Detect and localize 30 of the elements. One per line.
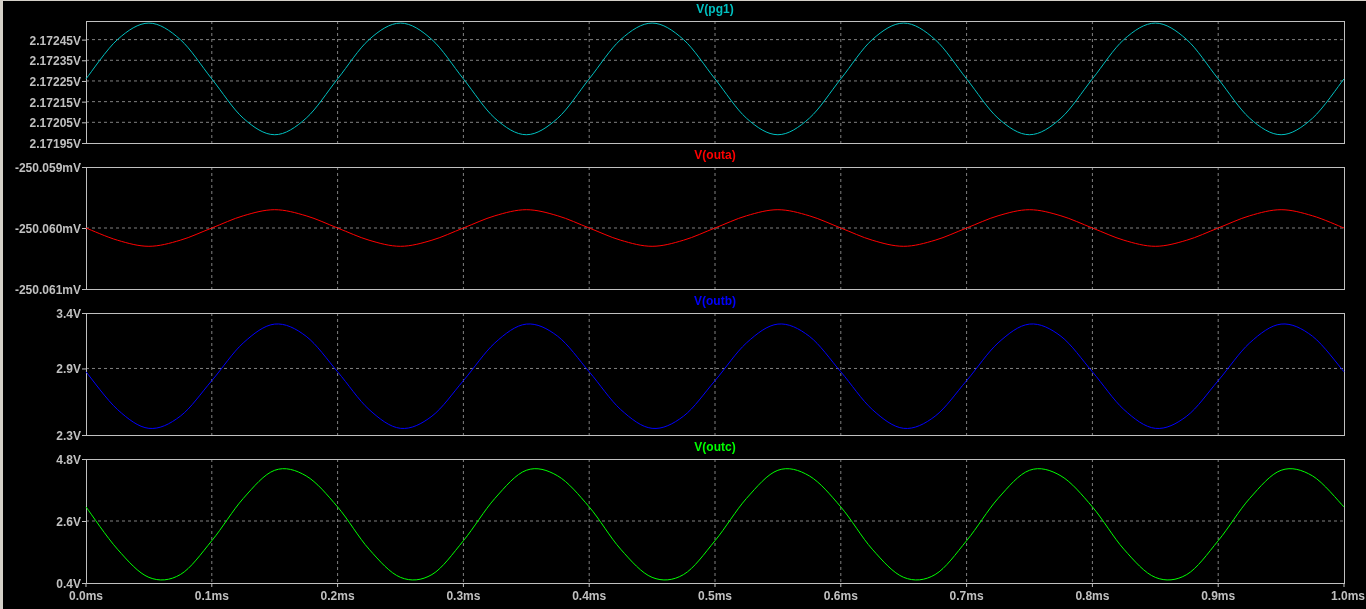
x-tick-label: 0.6ms	[823, 589, 858, 603]
x-tick-label: 0.2ms	[320, 589, 355, 603]
x-tick-label: 0.9ms	[1201, 589, 1236, 603]
y-tick-label: 2.17245V	[29, 33, 81, 48]
y-tick-label: 2.6V	[56, 515, 81, 529]
x-tick-label: 0.5ms	[698, 589, 732, 603]
y-tick-label: -250.061mV	[14, 283, 81, 295]
trace-name: V(outa)	[694, 149, 736, 161]
x-tick-label: 0.0ms	[69, 589, 103, 603]
y-tick-label: 0.4V	[56, 577, 81, 591]
trace-name: V(outc)	[694, 441, 736, 453]
x-tick-label: 0.8ms	[1075, 589, 1110, 603]
x-tick-label: 0.3ms	[446, 589, 481, 603]
y-tick-label: 2.17235V	[29, 54, 81, 69]
y-tick-label: -250.059mV	[14, 161, 81, 175]
y-tick-label: -250.060mV	[14, 222, 81, 236]
x-tick-label: 1.0ms	[1330, 589, 1365, 603]
trace-name: V(pg1)	[696, 3, 734, 15]
y-tick-label: 2.9V	[56, 362, 81, 377]
y-tick-label: 2.17195V	[29, 137, 81, 149]
x-tick-label: 0.4ms	[572, 589, 607, 603]
x-tick-label: 0.1ms	[194, 589, 229, 603]
y-tick-label: 2.17215V	[29, 95, 81, 110]
y-tick-label: 2.17225V	[29, 74, 81, 89]
x-tick-label: 0.7ms	[949, 589, 984, 603]
y-tick-label: 4.8V	[56, 453, 81, 467]
y-tick-label: 3.4V	[56, 307, 81, 321]
y-tick-label: 2.17205V	[29, 116, 81, 131]
trace-name: V(outb)	[694, 295, 736, 307]
y-tick-label: 2.3V	[56, 429, 81, 441]
